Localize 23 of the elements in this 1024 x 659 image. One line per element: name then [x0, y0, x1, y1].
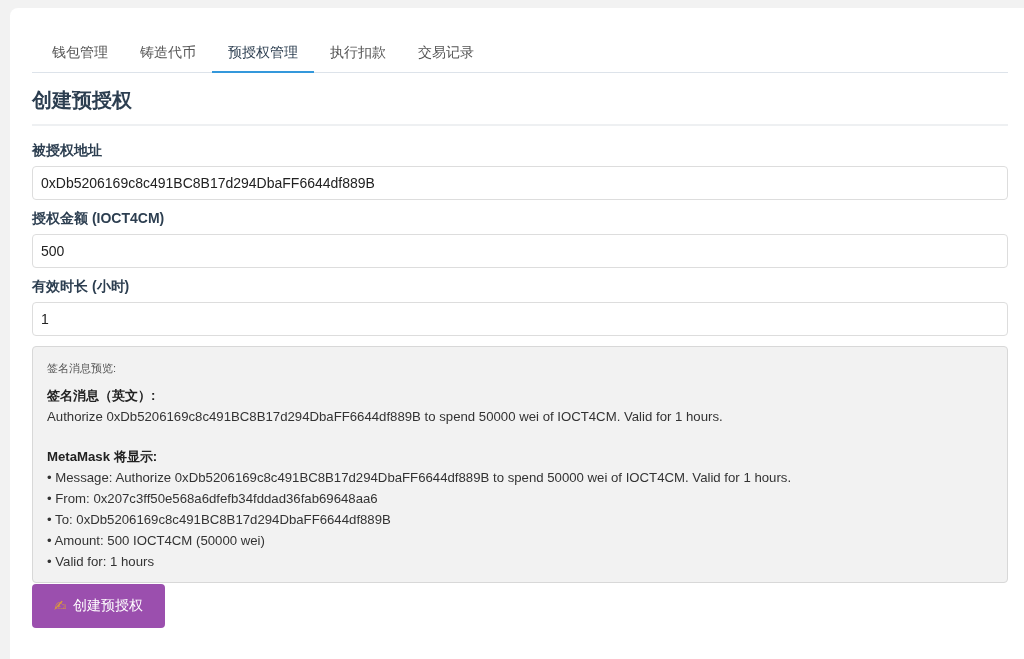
detail-line: • To: 0xDb5206169c8c491BC8B17d294DbaFF6644df889B	[47, 511, 391, 529]
detail-line: • From: 0x207c3ff50e568a6dfefb34fddad36fab69648aa6	[47, 490, 378, 508]
field-label: 被授权地址	[32, 142, 102, 160]
tab[interactable]: 执行扣款	[314, 33, 402, 73]
tab[interactable]: 交易记录	[402, 33, 490, 73]
field-label: 授权金额 (IOCT4CM)	[32, 210, 165, 228]
create-button[interactable]: ✍ 创建预授权	[32, 584, 165, 628]
detail-line: • Valid for: 1 hours	[47, 553, 154, 571]
field-label: 有效时长 (小时)	[32, 278, 130, 296]
input-field[interactable]: 1	[32, 302, 1008, 336]
tab[interactable]: 铸造代币	[124, 33, 212, 73]
section-heading: MetaMask 将显示:	[47, 448, 158, 466]
section-title: 创建预授权	[32, 88, 132, 113]
detail-line: • Amount: 500 IOCT4CM (50000 wei)	[47, 532, 265, 550]
tab[interactable]: 钱包管理	[36, 33, 124, 73]
preview-title: 签名消息预览:	[47, 361, 117, 375]
writing-hand-icon: ✍	[54, 597, 67, 615]
detail-line: • Message: Authorize 0xDb5206169c8c491BC8B17d294DbaFF6644df889B to spend 50000 wei of IOCT4CM. Valid for 1 hours.	[47, 469, 792, 487]
input-field[interactable]: 500	[32, 234, 1008, 268]
tab[interactable]: 预授权管理	[212, 33, 314, 73]
message-text: Authorize 0xDb5206169c8c491BC8B17d294DbaFF6644df889B to spend 50000 wei of IOCT4CM. Valid for 1 hours.	[47, 408, 723, 426]
section-heading: 签名消息（英文）:	[47, 387, 156, 405]
input-field[interactable]: 0xDb5206169c8c491BC8B17d294DbaFF6644df889B	[32, 166, 1008, 200]
